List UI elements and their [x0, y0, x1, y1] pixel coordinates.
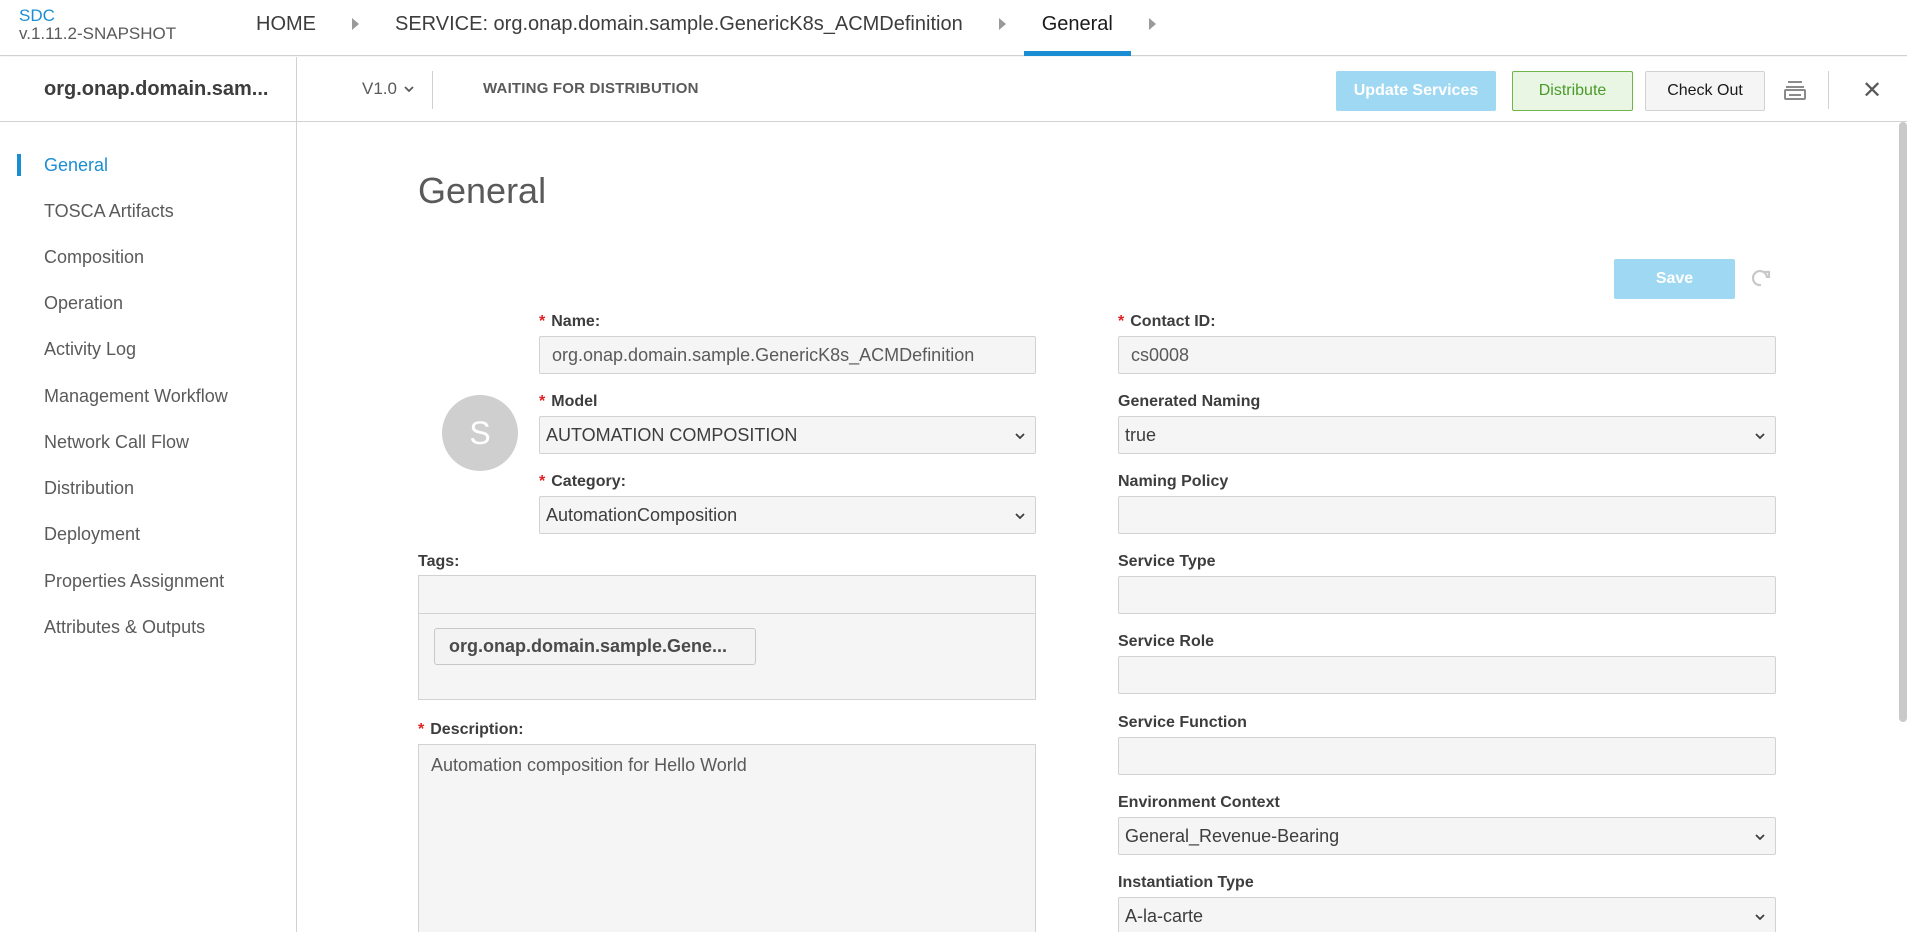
workspace-header: org.onap.domain.sam... V1.0 WAITING FOR …	[0, 57, 1907, 122]
nav-properties-assignment[interactable]: Properties Assignment	[44, 571, 224, 592]
general-form: General Save S * Name: org.onap.domain.sa…	[298, 122, 1907, 932]
nav-general[interactable]: General	[44, 155, 108, 176]
check-out-button[interactable]: Check Out	[1645, 71, 1765, 111]
nav-operation[interactable]: Operation	[44, 293, 123, 314]
service-role-input[interactable]	[1118, 656, 1776, 694]
save-button[interactable]: Save	[1614, 259, 1735, 299]
chevron-down-icon	[1755, 914, 1765, 921]
distribute-button[interactable]: Distribute	[1512, 71, 1633, 111]
page-scrollbar[interactable]	[1899, 122, 1907, 722]
service-function-label: Service Function	[1118, 714, 1247, 731]
nav-management-workflow[interactable]: Management Workflow	[44, 386, 228, 407]
divider	[1828, 71, 1829, 109]
instantiation-type-label: Instantiation Type	[1118, 874, 1254, 891]
category-select[interactable]: AutomationComposition	[539, 496, 1036, 534]
category-label: * Category:	[539, 473, 626, 490]
instantiation-type-value: A-la-carte	[1125, 905, 1204, 926]
nav-deployment[interactable]: Deployment	[44, 524, 140, 545]
model-label: * Model	[539, 393, 598, 410]
tags-input[interactable]	[419, 576, 1035, 614]
generated-naming-value: true	[1125, 424, 1157, 445]
model-value: AUTOMATION COMPOSITION	[546, 424, 798, 445]
resource-name: org.onap.domain.sam...	[0, 57, 297, 121]
service-role-label: Service Role	[1118, 633, 1215, 650]
caret-right-icon[interactable]	[352, 18, 359, 30]
left-nav: General TOSCA Artifacts Composition Oper…	[0, 122, 297, 932]
update-services-button[interactable]: Update Services	[1336, 71, 1496, 111]
page-title: General	[418, 170, 547, 211]
description-textarea[interactable]: Automation composition for Hello World	[418, 744, 1036, 932]
generated-naming-label: Generated Naming	[1118, 393, 1261, 410]
chevron-down-icon	[404, 86, 414, 93]
print-icon[interactable]	[1783, 79, 1807, 103]
name-input[interactable]: org.onap.domain.sample.GenericK8s_ACMDef…	[539, 336, 1036, 374]
environment-context-select[interactable]: General_Revenue-Bearing	[1118, 817, 1776, 855]
nav-network-call-flow[interactable]: Network Call Flow	[44, 432, 189, 453]
service-type-label: Service Type	[1118, 553, 1216, 570]
category-value: AutomationComposition	[546, 504, 738, 525]
chevron-down-icon	[1755, 834, 1765, 841]
breadcrumb-home[interactable]: HOME	[256, 0, 316, 56]
revert-icon[interactable]	[1750, 268, 1772, 290]
service-avatar[interactable]: S	[442, 395, 518, 471]
breadcrumb-service[interactable]: SERVICE: org.onap.domain.sample.GenericK…	[395, 0, 963, 56]
nav-activity-log[interactable]: Activity Log	[44, 339, 136, 360]
breadcrumb-general[interactable]: General	[1023, 0, 1132, 56]
chevron-down-icon	[1015, 513, 1025, 520]
environment-context-label: Environment Context	[1118, 794, 1280, 811]
name-label: * Name:	[539, 313, 601, 330]
tags-field: org.onap.domain.sample.Gene...	[418, 575, 1036, 700]
brand[interactable]: SDC v.1.11.2-SNAPSHOT	[19, 7, 176, 43]
top-bar: SDC v.1.11.2-SNAPSHOT HOME SERVICE: org.…	[0, 0, 1907, 56]
tag-chip[interactable]: org.onap.domain.sample.Gene...	[434, 628, 756, 665]
service-type-input[interactable]	[1118, 576, 1776, 614]
instantiation-type-select[interactable]: A-la-carte	[1118, 897, 1776, 932]
service-function-input[interactable]	[1118, 737, 1776, 775]
contact-id-label: * Contact ID:	[1118, 313, 1216, 330]
chevron-down-icon	[1755, 433, 1765, 440]
generated-naming-select[interactable]: true	[1118, 416, 1776, 454]
model-select[interactable]: AUTOMATION COMPOSITION	[539, 416, 1036, 454]
nav-composition[interactable]: Composition	[44, 247, 144, 268]
divider	[432, 71, 433, 109]
caret-right-icon[interactable]	[1148, 18, 1156, 30]
brand-name: SDC	[19, 6, 55, 25]
naming-policy-label: Naming Policy	[1118, 473, 1229, 490]
breadcrumb: HOME SERVICE: org.onap.domain.sample.Gen…	[256, 0, 1192, 56]
close-icon[interactable]: ✕	[1862, 79, 1882, 103]
brand-version: v.1.11.2-SNAPSHOT	[19, 24, 177, 43]
caret-right-icon[interactable]	[998, 18, 1006, 30]
active-indicator	[17, 154, 21, 176]
description-label: * Description:	[418, 721, 524, 738]
nav-distribution[interactable]: Distribution	[44, 478, 134, 499]
chevron-down-icon	[1015, 433, 1025, 440]
naming-policy-input[interactable]	[1118, 496, 1776, 534]
nav-attributes-outputs[interactable]: Attributes & Outputs	[44, 617, 205, 638]
contact-id-input[interactable]: cs0008	[1118, 336, 1776, 374]
lifecycle-status: WAITING FOR DISTRIBUTION	[483, 80, 699, 97]
nav-tosca-artifacts[interactable]: TOSCA Artifacts	[44, 201, 174, 222]
version-selector[interactable]: V1.0	[362, 57, 415, 121]
tags-label: Tags:	[418, 553, 460, 570]
version-label: V1.0	[362, 79, 397, 98]
environment-context-value: General_Revenue-Bearing	[1125, 825, 1340, 846]
